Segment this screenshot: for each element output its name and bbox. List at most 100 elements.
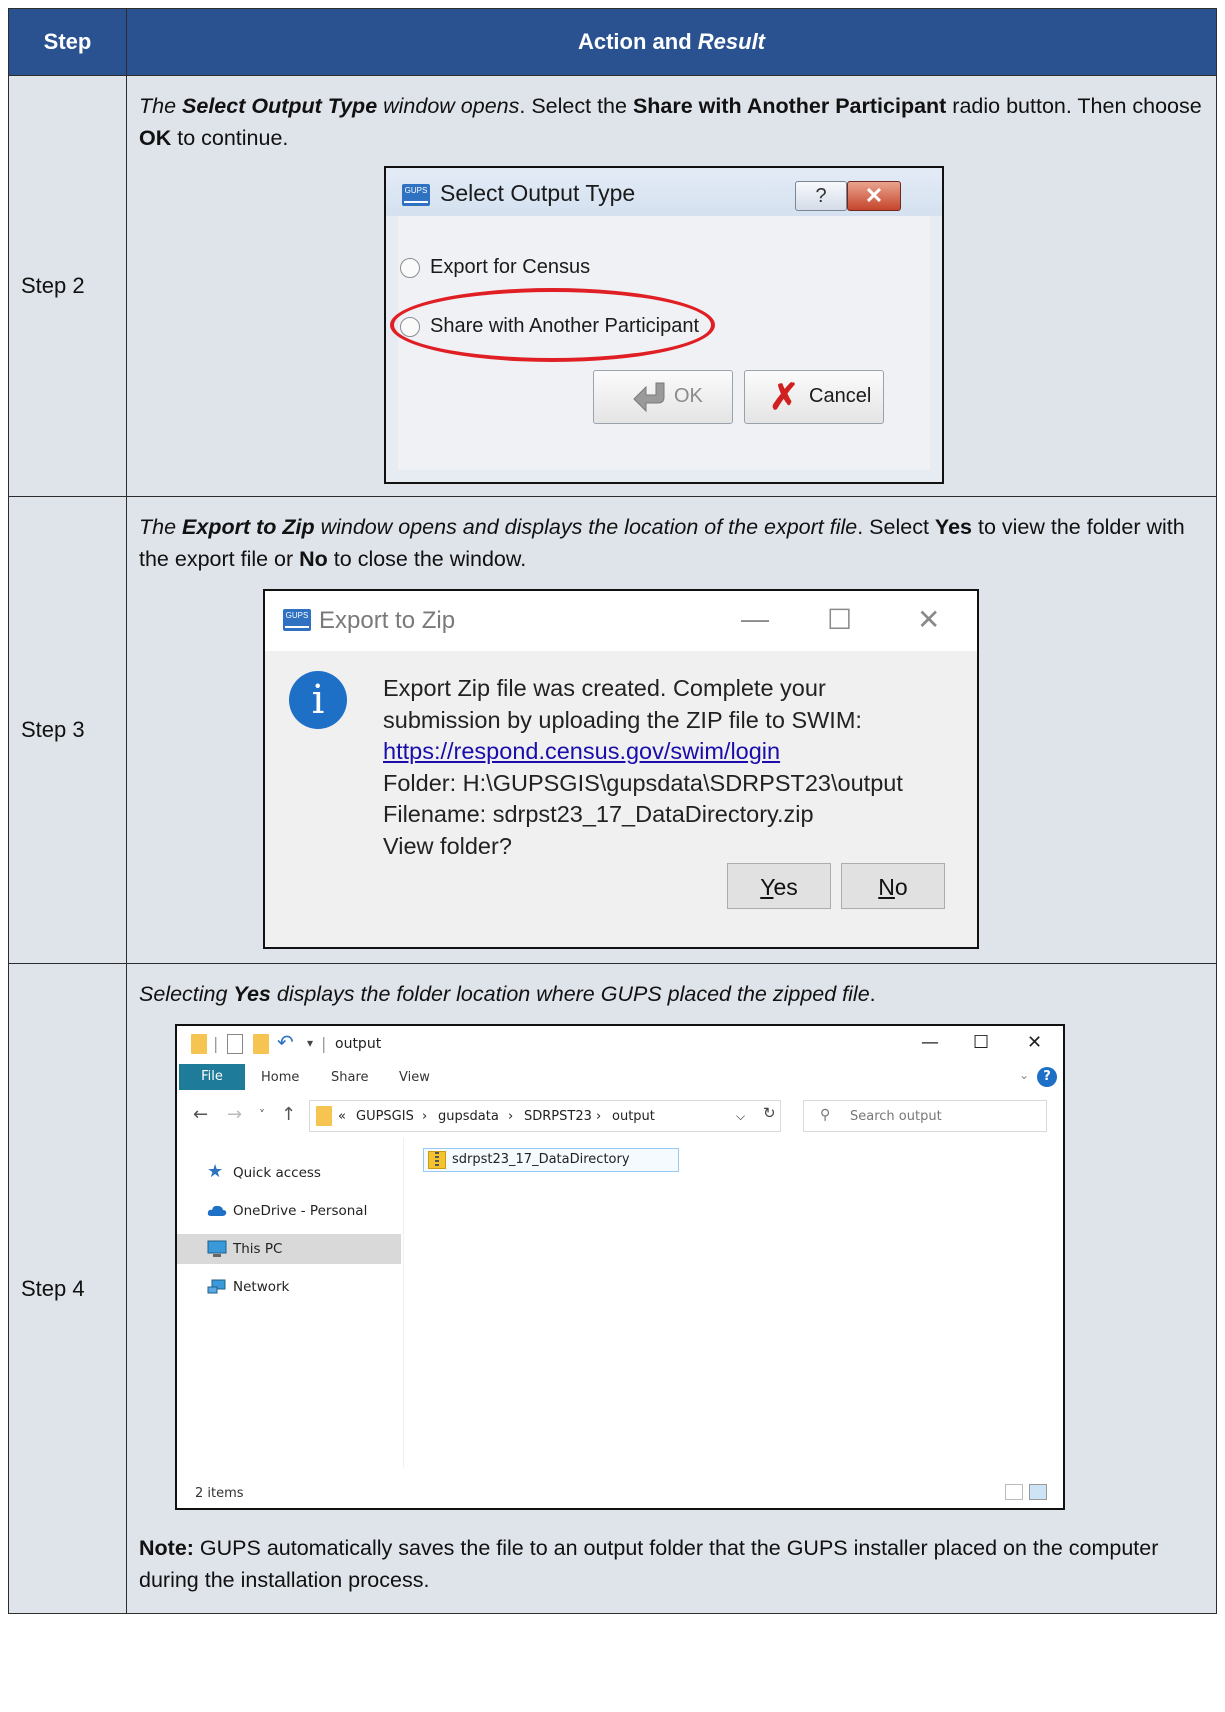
breadcrumb-item[interactable]: SDRPST23	[524, 1109, 592, 1124]
minimize-icon[interactable]: —	[741, 603, 769, 635]
breadcrumb-item[interactable]: output	[612, 1109, 655, 1124]
folder-icon	[316, 1106, 332, 1126]
breadcrumb-separator: ›	[508, 1109, 514, 1124]
step-label: Step 4	[8, 963, 127, 1614]
action-cell: Selecting Yes displays the folder locati…	[126, 963, 1217, 1614]
up-arrow-icon[interactable]: ↑	[281, 1104, 296, 1125]
search-icon: ⚲	[820, 1107, 831, 1123]
status-bar-count: 2 items	[195, 1486, 244, 1501]
dialog-titlebar: GUPS Export to Zip — ☐ ✕	[265, 591, 977, 651]
select-output-type-dialog: GUPS Select Output Type ? ✕ Export for C…	[384, 166, 944, 484]
nav-item-network[interactable]: Network	[177, 1272, 401, 1302]
navigation-pane: ★ Quick access OneDrive - Personal This …	[177, 1138, 404, 1468]
cancel-x-icon: ✗	[769, 376, 800, 417]
file-item[interactable]: sdrpst23_17_DataDirectory	[423, 1148, 679, 1172]
dialog-title: Export to Zip	[319, 607, 456, 634]
dialog-titlebar: GUPS Select Output Type ? ✕	[386, 168, 942, 216]
dialog-message: Export Zip file was created. Complete yo…	[383, 673, 903, 862]
export-for-census-radio[interactable]	[400, 258, 420, 278]
file-name: sdrpst23_17_DataDirectory	[452, 1152, 630, 1167]
forward-arrow-icon[interactable]: →	[227, 1104, 242, 1125]
cancel-button[interactable]: ✗ Cancel	[744, 370, 884, 424]
tab-home[interactable]: Home	[261, 1070, 299, 1085]
details-view-icon[interactable]	[1005, 1484, 1023, 1500]
message-line: submission by uploading the ZIP file to …	[383, 706, 862, 733]
nav-item-onedrive[interactable]: OneDrive - Personal	[177, 1196, 401, 1226]
new-folder-icon[interactable]	[253, 1034, 269, 1054]
properties-icon[interactable]	[227, 1034, 243, 1054]
action-cell: The Select Output Type window opens. Sel…	[126, 75, 1217, 497]
message-line: Export Zip file was created. Complete yo…	[383, 675, 826, 701]
close-icon[interactable]: ✕	[1027, 1032, 1042, 1053]
nav-item-this-pc[interactable]: This PC	[177, 1234, 401, 1264]
computer-icon	[207, 1240, 227, 1258]
close-icon[interactable]: ✕	[917, 603, 940, 636]
dialog-body: Export for Census Share with Another Par…	[390, 216, 930, 470]
ok-label: OK	[674, 385, 703, 407]
ribbon-tabs: File Home Share View ⌄ ?	[177, 1062, 1063, 1092]
customize-qat-icon[interactable]: ▾	[307, 1036, 313, 1050]
cancel-label: Cancel	[809, 385, 872, 407]
ok-arrow-icon	[633, 382, 665, 413]
search-placeholder: Search output	[850, 1109, 942, 1124]
address-row: ← → ˅ ↑ « GUPSGIS › gupsdata › SDRPST23 …	[177, 1096, 1063, 1136]
tab-file[interactable]: File	[179, 1064, 245, 1090]
maximize-icon[interactable]: ☐	[973, 1032, 989, 1053]
large-icons-view-icon[interactable]	[1029, 1484, 1047, 1500]
help-button[interactable]: ?	[795, 181, 847, 211]
star-icon: ★	[207, 1161, 224, 1182]
undo-icon[interactable]: ↶	[277, 1030, 294, 1054]
table-row: Step 2 The Select Output Type window ope…	[8, 75, 1217, 497]
help-icon[interactable]: ?	[1037, 1067, 1057, 1087]
maximize-icon[interactable]: ☐	[827, 603, 852, 636]
tab-view[interactable]: View	[399, 1070, 430, 1085]
recent-locations-icon[interactable]: ˅	[259, 1108, 265, 1122]
dialog-title: Select Output Type	[440, 180, 636, 206]
breadcrumb-item[interactable]: gupsdata	[438, 1109, 499, 1124]
breadcrumb-overflow[interactable]: «	[338, 1109, 346, 1124]
window-title: output	[335, 1036, 382, 1052]
search-input[interactable]: ⚲ Search output	[803, 1100, 1047, 1132]
folder-path: Folder: H:\GUPSGIS\gupsdata\SDRPST23\out…	[383, 769, 903, 796]
table-row: Step 4 Selecting Yes displays the folder…	[8, 963, 1217, 1614]
instruction-text: Selecting Yes displays the folder locati…	[139, 982, 876, 1006]
step-label: Step 3	[8, 496, 127, 964]
minimize-icon[interactable]: —	[921, 1032, 939, 1053]
address-bar[interactable]: « GUPSGIS › gupsdata › SDRPST23 › output…	[309, 1100, 781, 1132]
table-header-row: Step Action and Result	[8, 8, 1217, 76]
export-for-census-label[interactable]: Export for Census	[430, 256, 590, 279]
file-explorer-window: | ↶ ▾ | output — ☐ ✕ File Home Share Vie…	[175, 1024, 1065, 1510]
info-icon: i	[289, 671, 347, 729]
breadcrumb-separator: ›	[422, 1109, 428, 1124]
action-cell: The Export to Zip window opens and displ…	[126, 496, 1217, 964]
address-dropdown-icon[interactable]: ⌵	[736, 1109, 745, 1124]
red-highlight-ellipse	[390, 288, 715, 362]
export-to-zip-dialog: GUPS Export to Zip — ☐ ✕ i Export Zip fi…	[263, 589, 979, 949]
instruction-text: The Select Output Type window opens. Sel…	[139, 94, 1202, 150]
tab-share[interactable]: Share	[331, 1070, 369, 1085]
nav-item-quick-access[interactable]: ★ Quick access	[177, 1158, 401, 1188]
zip-folder-icon	[428, 1151, 446, 1169]
expand-ribbon-icon[interactable]: ⌄	[1019, 1068, 1029, 1082]
instruction-table: Step Action and Result Step 2 The Select…	[8, 8, 1217, 1614]
view-folder-prompt: View folder?	[383, 832, 512, 859]
folder-icon	[191, 1034, 207, 1054]
yes-button[interactable]: Yes	[727, 863, 831, 909]
swim-link[interactable]: https://respond.census.gov/swim/login	[383, 736, 903, 768]
ok-button[interactable]: OK	[593, 370, 733, 424]
cloud-icon	[207, 1202, 227, 1220]
file-name: Filename: sdrpst23_17_DataDirectory.zip	[383, 801, 814, 827]
refresh-icon[interactable]: ↻	[763, 1104, 776, 1122]
no-button[interactable]: No	[841, 863, 945, 909]
table-row: Step 3 The Export to Zip window opens an…	[8, 496, 1217, 964]
back-arrow-icon[interactable]: ←	[193, 1104, 208, 1125]
gups-app-icon: GUPS	[283, 609, 311, 631]
note-text: Note: GUPS automatically saves the file …	[139, 1536, 1159, 1592]
header-action: Action and Result	[126, 8, 1217, 76]
header-step: Step	[8, 8, 127, 76]
instruction-text: The Export to Zip window opens and displ…	[139, 515, 1185, 571]
network-icon	[207, 1278, 227, 1296]
step-label: Step 2	[8, 75, 127, 497]
close-button[interactable]: ✕	[847, 181, 901, 211]
breadcrumb-item[interactable]: GUPSGIS	[356, 1109, 414, 1124]
